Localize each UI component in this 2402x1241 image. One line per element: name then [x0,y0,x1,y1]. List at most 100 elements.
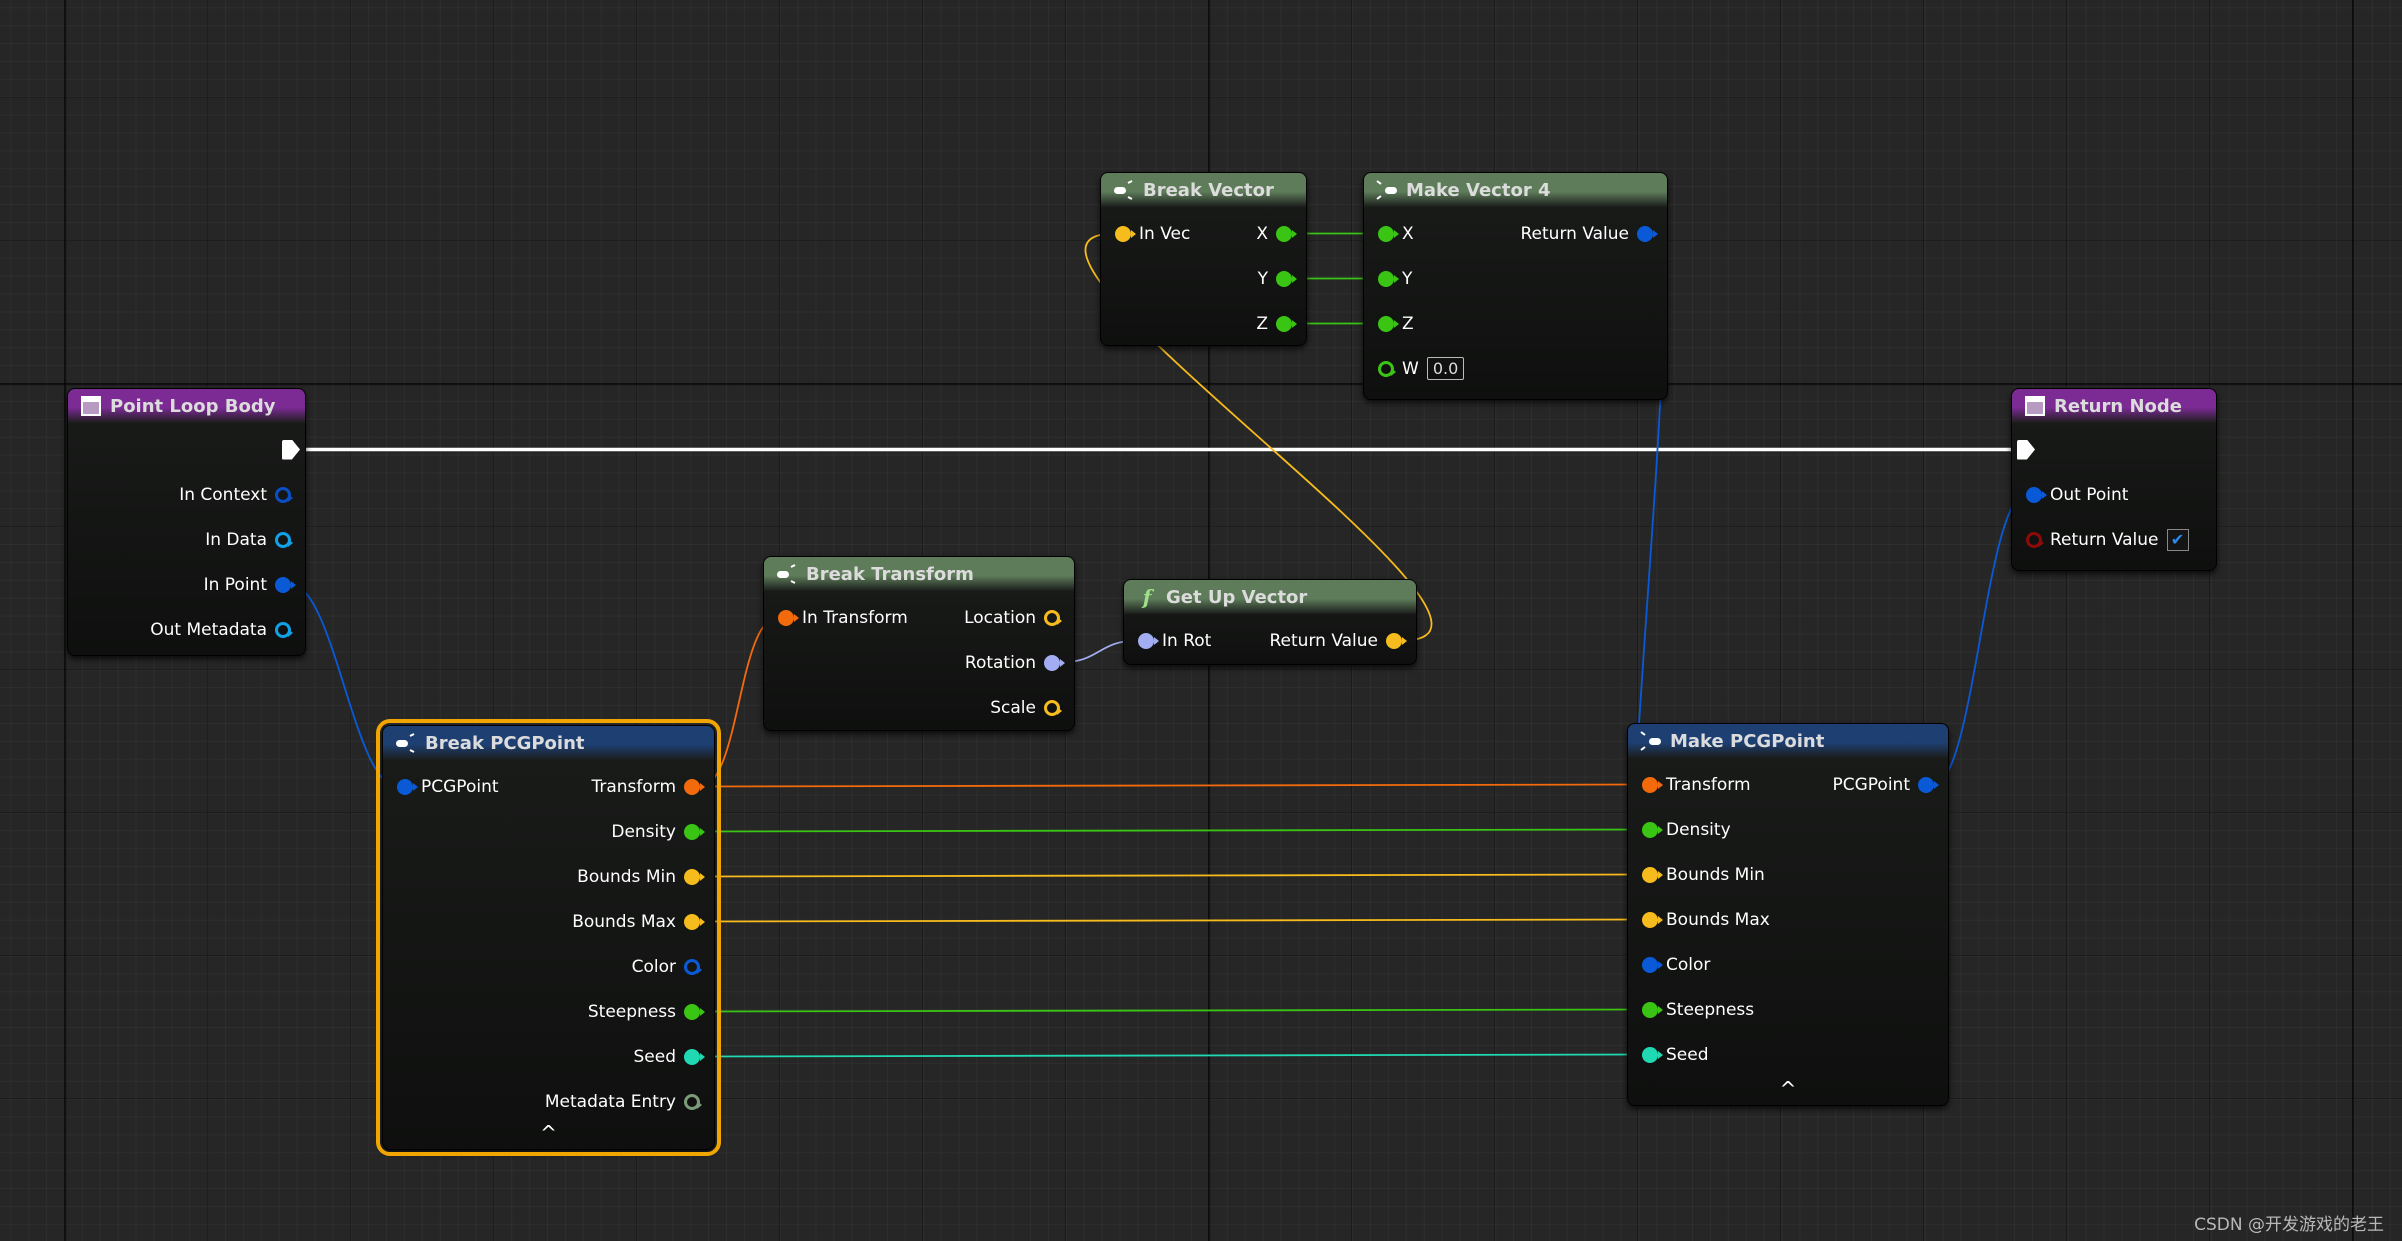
pin-label: Out Metadata [150,619,267,640]
return-value-out-pin[interactable] [1637,225,1658,242]
node-header[interactable]: f Get Up Vector [1124,580,1416,614]
density-in-pin[interactable] [1642,821,1663,838]
out-point-in-pin[interactable] [2026,486,2047,503]
bounds-max-in-pin[interactable] [1642,911,1663,928]
node-make-vector-4[interactable]: Make Vector 4 X Return Value Y Z W 0.0 [1363,172,1668,400]
return-value-out-pin[interactable] [1386,632,1407,649]
pin-label: Steepness [1666,999,1755,1020]
x-in-pin[interactable] [1378,225,1399,242]
pin-label: Return Value [2050,529,2159,550]
collapse-chevron-icon[interactable]: ^ [383,1121,714,1145]
seed-in-pin[interactable] [1642,1046,1663,1063]
node-make-pcgpoint[interactable]: Make PCGPoint Transform PCGPoint Density… [1627,723,1949,1106]
transform-wire[interactable] [699,783,1643,788]
steepness-out-pin[interactable] [684,1003,705,1020]
out-metadata-out-pin[interactable] [275,621,293,638]
pcgpoint-in-pin[interactable] [397,778,418,795]
float-wire[interactable] [699,1008,1643,1013]
node-return-node[interactable]: Return Node Out Point Return Value ✔ [2011,388,2217,571]
x-out-pin[interactable] [1276,225,1297,242]
node-title: Point Loop Body [110,395,276,417]
vector-wire[interactable] [699,918,1643,923]
y-out-pin[interactable] [1276,270,1297,287]
node-header[interactable]: Break PCGPoint [383,726,714,760]
in-transform-in-pin[interactable] [778,609,799,626]
in-data-out-pin[interactable] [275,531,293,548]
bounds-min-in-pin[interactable] [1642,866,1663,883]
node-point-loop-body[interactable]: Point Loop Body In Context In Data In Po… [67,388,306,656]
make-icon [1376,179,1398,201]
steepness-in-pin[interactable] [1642,1001,1663,1018]
float-wire[interactable] [699,828,1643,833]
in-point-out-pin[interactable] [275,576,296,593]
input-bounds-min: Bounds Min [1642,865,1765,885]
node-header[interactable]: Make PCGPoint [1628,724,1948,758]
output-metadata-entry: Metadata Entry [545,1092,702,1112]
input-in-transform: In Transform [778,608,908,628]
pin-label: Seed [633,1046,677,1067]
pin-label: Color [631,956,676,977]
node-header[interactable]: Break Vector [1101,173,1306,207]
w-in-pin[interactable] [1378,360,1396,377]
seed-out-pin[interactable] [684,1048,705,1065]
rotation-out-pin[interactable] [1044,654,1065,671]
node-header[interactable]: Break Transform [764,557,1074,591]
in-context-out-pin[interactable] [275,486,293,503]
pcgpoint-out-pin[interactable] [1918,776,1939,793]
output-color: Color [631,956,702,977]
return-value-in-pin[interactable] [2026,531,2044,548]
density-out-pin[interactable] [684,823,705,840]
return-value-checkbox[interactable]: ✔ [2166,528,2189,551]
scale-out-pin[interactable] [1044,699,1062,716]
pin-row: Density [383,809,714,854]
int-wire[interactable] [699,1053,1643,1058]
output-return-value: Return Value [1270,631,1407,651]
in-rot-in-pin[interactable] [1138,632,1159,649]
node-title: Make Vector 4 [1406,179,1551,201]
output-bounds-max: Bounds Max [572,912,705,932]
input-z: Z [1378,314,1414,334]
z-out-pin[interactable] [1276,315,1297,332]
input-density: Density [1642,820,1731,840]
make-icon [1640,730,1662,752]
pin-label: Transform [591,776,676,797]
pin-label: In Point [203,574,267,595]
node-get-up-vector[interactable]: f Get Up Vector In Rot Return Value [1123,579,1417,665]
transform-in-pin[interactable] [1642,776,1663,793]
node-header[interactable]: Make Vector 4 [1364,173,1667,207]
node-header[interactable]: Return Node [2012,389,2216,423]
bounds-max-out-pin[interactable] [684,913,705,930]
node-break-pcgpoint[interactable]: Break PCGPoint PCGPoint Transform Densit… [376,719,721,1156]
location-out-pin[interactable] [1044,609,1062,626]
break-icon [1113,179,1135,201]
output-bounds-min: Bounds Min [577,866,705,887]
bounds-min-out-pin[interactable] [684,868,705,885]
default-value-input[interactable]: 0.0 [1426,357,1465,380]
pin-row: Out Metadata [68,607,305,652]
z-in-pin[interactable] [1378,315,1399,332]
transform-out-pin[interactable] [684,778,705,795]
pin-label: In Context [179,484,267,505]
pin-label: In Transform [802,607,908,628]
node-break-transform[interactable]: Break Transform In Transform Location Ro… [763,556,1075,731]
pin-label: PCGPoint [421,776,499,797]
pin-label: Bounds Max [1666,909,1770,930]
pin-row: PCGPoint Transform [383,764,714,809]
pin-row: Seed [1628,1032,1948,1077]
pin-label: Density [1666,819,1731,840]
pin-row: Bounds Min [1628,852,1948,897]
collapse-chevron-icon[interactable]: ^ [1628,1077,1948,1101]
node-break-vector[interactable]: Break Vector In Vec X Y Z [1100,172,1307,346]
color-in-pin[interactable] [1642,956,1663,973]
output-y: Y [1258,269,1297,289]
color-out-pin[interactable] [684,958,702,975]
input-pcgpoint: PCGPoint [397,777,499,797]
pin-label: Bounds Min [577,866,676,887]
vector-wire[interactable] [699,873,1643,878]
pin-label: Color [1666,954,1711,975]
y-in-pin[interactable] [1378,270,1399,287]
node-header[interactable]: Point Loop Body [68,389,305,423]
metadata-entry-out-pin[interactable] [684,1093,702,1110]
break-icon [395,732,417,754]
in-vec-in-pin[interactable] [1115,225,1136,242]
